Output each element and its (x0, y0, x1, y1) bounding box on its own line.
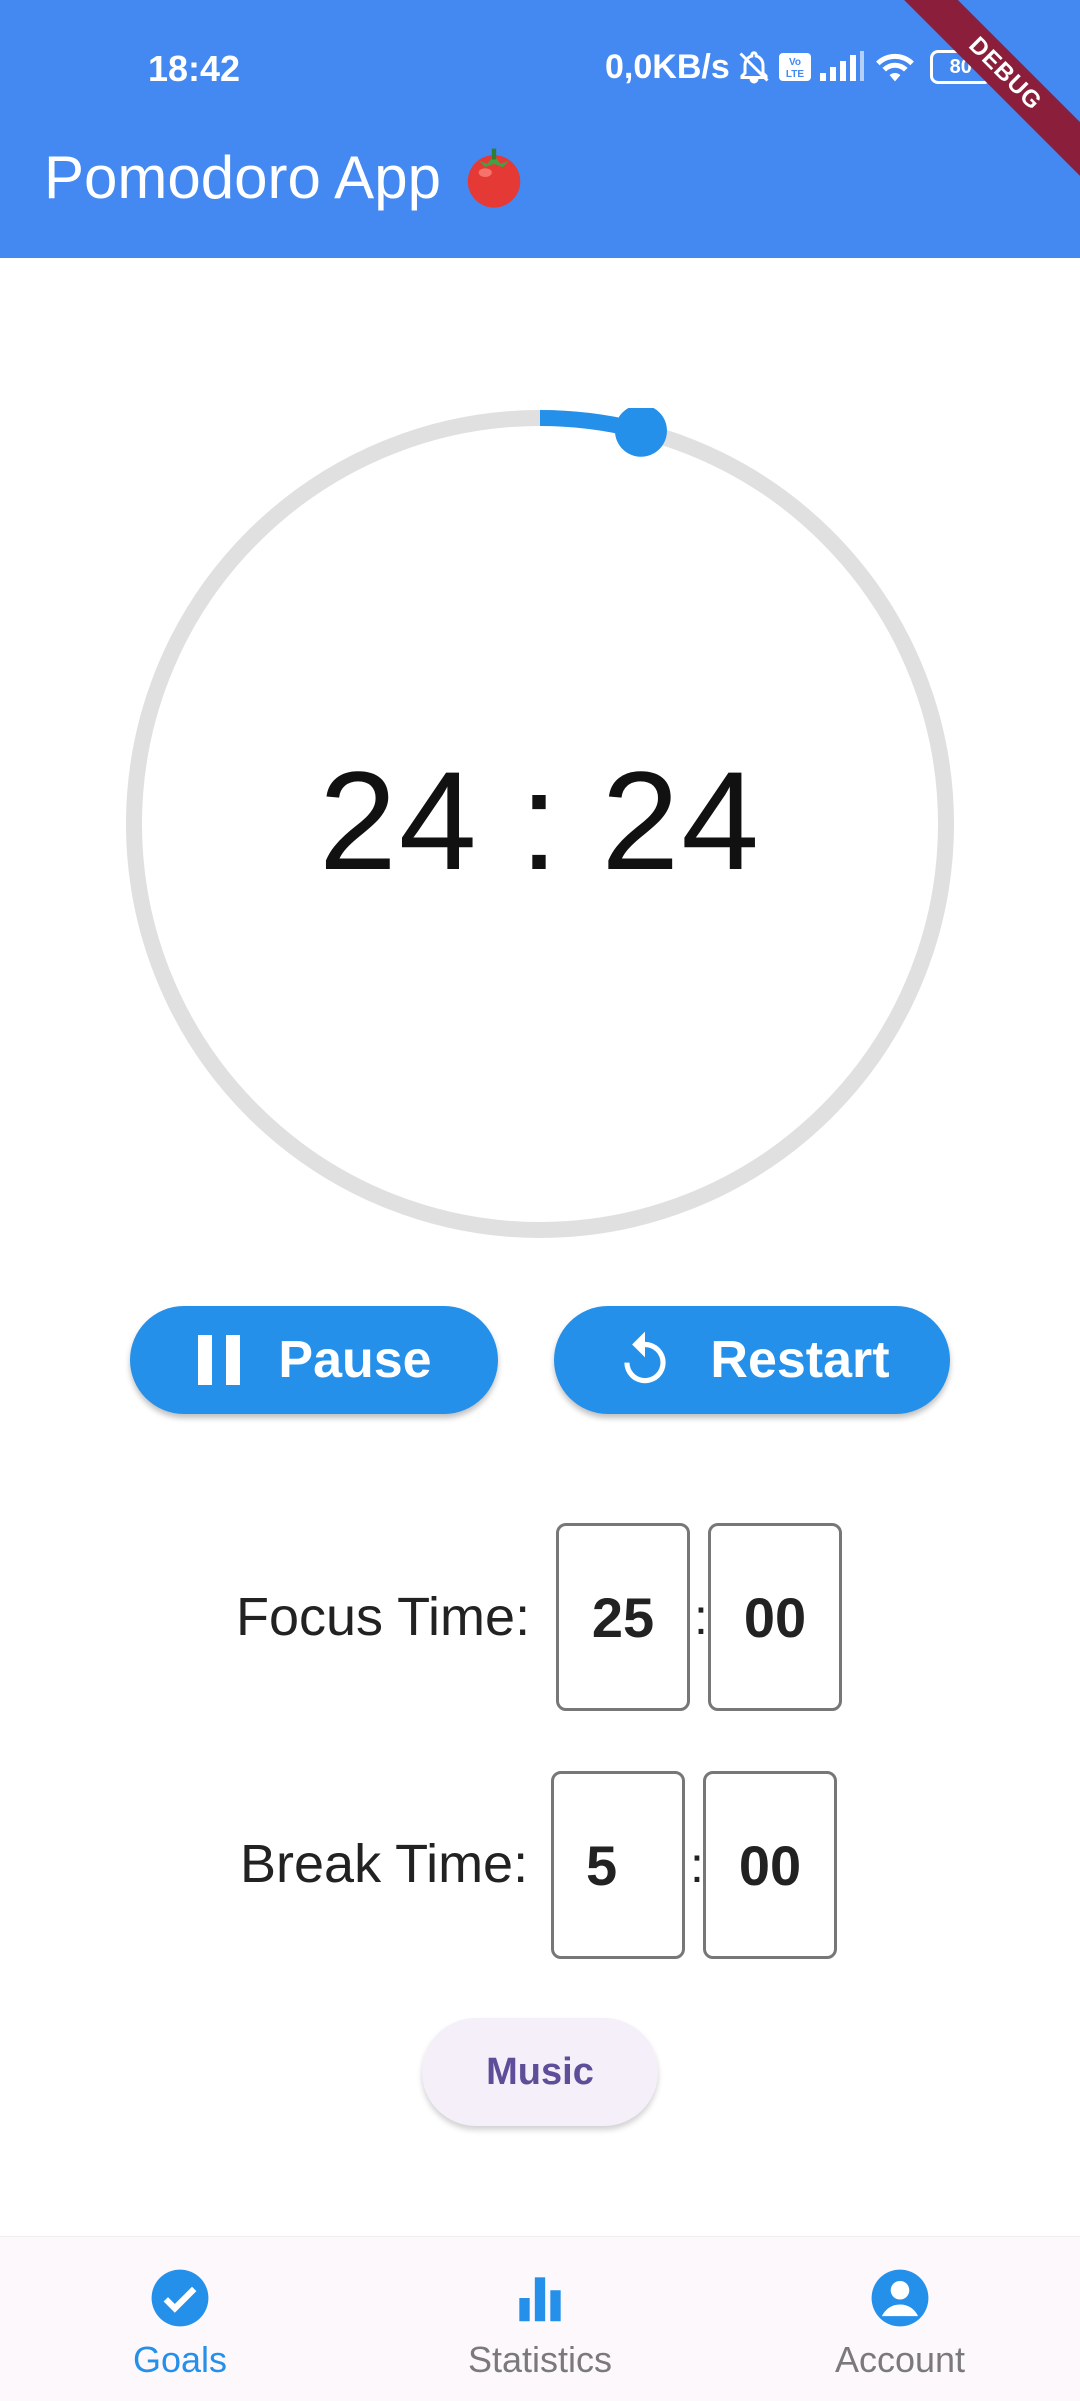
tomato-icon (467, 148, 521, 208)
focus-time-label: Focus Time: (236, 1587, 531, 1647)
status-icons: 0,0KB/s Vo LTE 80 (605, 42, 992, 92)
restart-label: Restart (710, 1331, 890, 1389)
account-circle-icon (871, 2269, 929, 2327)
nav-item-statistics[interactable]: Statistics (360, 2237, 720, 2401)
page-title: Pomodoro App (44, 142, 529, 212)
bar-chart-icon (519, 2277, 561, 2322)
break-colon: : (690, 1837, 704, 1893)
nav-item-account[interactable]: Account (720, 2237, 1080, 2401)
nav-label-goals: Goals (132, 2339, 228, 2380)
nav-item-goals[interactable]: Goals (0, 2237, 360, 2401)
music-button[interactable]: Music (422, 2018, 658, 2126)
bell-off-icon (736, 49, 772, 85)
break-time-label: Break Time: (240, 1834, 529, 1894)
nav-label-account: Account (834, 2339, 966, 2380)
break-minutes-field[interactable]: 5 (551, 1771, 685, 1959)
break-seconds-field[interactable]: 00 (703, 1771, 837, 1959)
pause-label: Pause (278, 1331, 432, 1389)
nav-label-statistics: Statistics (467, 2339, 613, 2380)
wifi-icon (872, 49, 918, 85)
restart-icon (624, 1331, 667, 1384)
timer-display: 24 : 24 (318, 742, 762, 899)
app-title-text: Pomodoro App (44, 143, 441, 211)
check-circle-icon (151, 2269, 209, 2327)
volte-icon: Vo LTE (778, 52, 812, 82)
focus-minutes-field[interactable]: 25 (556, 1523, 690, 1711)
restart-button[interactable]: Restart (554, 1306, 950, 1414)
svg-text:Vo: Vo (789, 57, 801, 68)
status-time: 18:42 (148, 48, 241, 89)
network-speed: 0,0KB/s (605, 47, 730, 86)
debug-banner: DEBUG (889, 0, 1080, 190)
app-bar: 18:42 0,0KB/s Vo LTE 80 DEBUG Pomodoro Ap… (0, 0, 1080, 258)
pause-button[interactable]: Pause (130, 1306, 498, 1414)
pause-icon (198, 1335, 241, 1385)
focus-colon: : (694, 1589, 708, 1645)
signal-icon (818, 51, 866, 83)
focus-seconds-field[interactable]: 00 (708, 1523, 842, 1711)
bottom-navigation: Goals Statistics Account (0, 2236, 1080, 2401)
timer-ring-knob[interactable] (614, 408, 667, 457)
svg-text:LTE: LTE (786, 69, 804, 80)
